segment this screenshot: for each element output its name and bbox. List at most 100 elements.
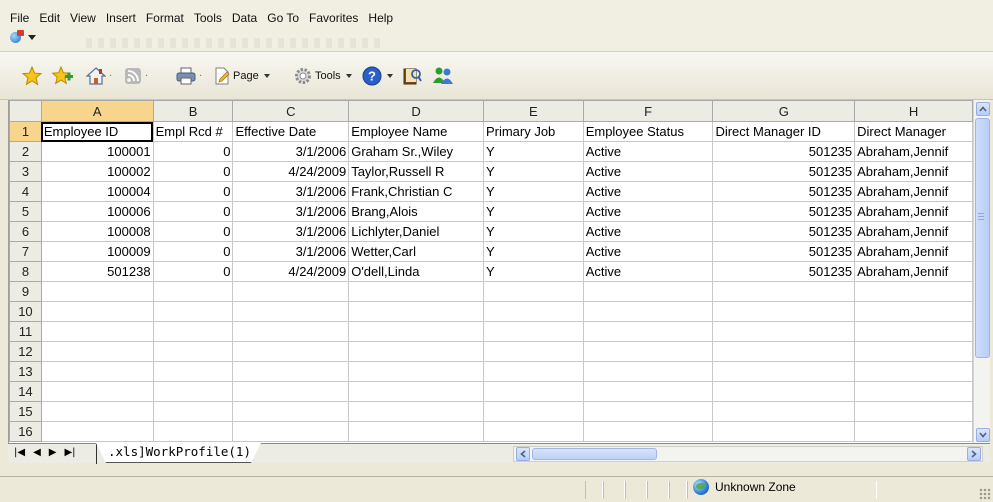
cell[interactable] (712, 281, 856, 302)
cell[interactable]: Active (582, 261, 714, 282)
cell[interactable]: 100001 (40, 141, 154, 162)
cell[interactable]: Y (482, 181, 584, 202)
cell[interactable] (152, 281, 234, 302)
row-header[interactable]: 15 (9, 401, 42, 422)
home-button[interactable]: · (86, 64, 112, 88)
feeds-dropdown-icon[interactable]: · (145, 71, 148, 82)
cell[interactable] (232, 421, 350, 442)
first-sheet-button[interactable]: |◀ (14, 446, 25, 460)
cell[interactable]: Effective Date (232, 121, 350, 142)
cell[interactable] (482, 281, 584, 302)
cell[interactable] (152, 401, 234, 422)
cell[interactable] (582, 381, 714, 402)
cell[interactable] (232, 381, 350, 402)
cell[interactable]: Abraham,Jennif (854, 201, 973, 222)
cell[interactable] (348, 301, 484, 322)
ie-menu-button[interactable] (10, 30, 36, 44)
menu-goto[interactable]: Go To (262, 10, 304, 26)
cell[interactable] (348, 361, 484, 382)
scroll-down-button[interactable] (975, 427, 990, 442)
last-sheet-button[interactable]: ▶| (64, 446, 75, 460)
cell[interactable]: 4/24/2009 (232, 161, 350, 182)
row-header[interactable]: 2 (9, 141, 42, 162)
cell[interactable] (582, 401, 714, 422)
cell[interactable]: 3/1/2006 (232, 201, 350, 222)
cell[interactable]: 3/1/2006 (232, 221, 350, 242)
cell[interactable] (348, 341, 484, 362)
add-favorite-button[interactable] (52, 64, 74, 88)
cell[interactable] (482, 301, 584, 322)
cell[interactable] (482, 421, 584, 442)
cell[interactable]: Employee Name (348, 121, 484, 142)
cell[interactable] (582, 281, 714, 302)
cell[interactable] (152, 321, 234, 342)
page-menu-button[interactable]: Page (214, 64, 270, 88)
column-header[interactable]: G (712, 100, 856, 122)
cell[interactable] (712, 421, 856, 442)
cell[interactable]: 0 (152, 201, 234, 222)
scroll-right-button[interactable] (966, 447, 981, 461)
feeds-button[interactable]: · (124, 64, 148, 88)
cell[interactable] (152, 421, 234, 442)
cell[interactable] (712, 401, 856, 422)
cell[interactable]: O'dell,Linda (348, 261, 484, 282)
cell[interactable]: Y (482, 161, 584, 182)
menu-data[interactable]: Data (227, 10, 262, 26)
next-sheet-button[interactable]: ▶ (49, 446, 57, 460)
cell[interactable] (152, 341, 234, 362)
resize-grip[interactable] (979, 488, 991, 500)
cell[interactable]: Employee ID (40, 121, 154, 142)
spreadsheet-grid[interactable]: A B C D E F G H 1 Employee ID Empl Rcd #… (8, 100, 973, 443)
cell[interactable]: Active (582, 161, 714, 182)
cell[interactable]: 501235 (712, 141, 856, 162)
menu-view[interactable]: View (65, 10, 101, 26)
horizontal-scroll-thumb[interactable] (532, 448, 657, 460)
row-header[interactable]: 13 (9, 361, 42, 382)
cell[interactable] (40, 421, 154, 442)
cell[interactable]: 501235 (712, 221, 856, 242)
row-header[interactable]: 6 (9, 221, 42, 242)
cell[interactable]: Active (582, 241, 714, 262)
cell[interactable] (582, 341, 714, 362)
cell[interactable]: Abraham,Jennif (854, 241, 973, 262)
print-button[interactable]: · (176, 64, 202, 88)
cell[interactable]: Primary Job (482, 121, 584, 142)
cell[interactable] (582, 421, 714, 442)
cell[interactable] (232, 361, 350, 382)
cell[interactable]: Abraham,Jennif (854, 181, 973, 202)
cell[interactable]: Abraham,Jennif (854, 221, 973, 242)
cell[interactable]: 0 (152, 241, 234, 262)
cell[interactable]: Wetter,Carl (348, 241, 484, 262)
cell[interactable]: 501235 (712, 241, 856, 262)
cell[interactable] (854, 421, 973, 442)
tools-menu-button[interactable]: Tools (294, 64, 352, 88)
cell[interactable]: Y (482, 141, 584, 162)
row-header[interactable]: 16 (9, 421, 42, 442)
cell[interactable]: 501235 (712, 181, 856, 202)
row-header[interactable]: 7 (9, 241, 42, 262)
cell[interactable]: 0 (152, 141, 234, 162)
security-zone[interactable]: Unknown Zone (693, 479, 796, 495)
cell[interactable]: 0 (152, 161, 234, 182)
cell[interactable]: Active (582, 141, 714, 162)
cell[interactable]: Y (482, 201, 584, 222)
row-header[interactable]: 9 (9, 281, 42, 302)
cell[interactable] (152, 301, 234, 322)
cell[interactable] (712, 301, 856, 322)
cell[interactable]: Empl Rcd # (152, 121, 234, 142)
previous-sheet-button[interactable]: ◀ (33, 446, 41, 460)
cell[interactable]: Y (482, 241, 584, 262)
cell[interactable] (482, 321, 584, 342)
cell[interactable]: 0 (152, 261, 234, 282)
column-header[interactable]: C (232, 100, 350, 122)
cell[interactable]: 100002 (40, 161, 154, 182)
cell[interactable] (712, 341, 856, 362)
column-header[interactable]: B (152, 100, 234, 122)
column-header[interactable]: E (482, 100, 584, 122)
cell[interactable] (854, 401, 973, 422)
cell[interactable]: 100006 (40, 201, 154, 222)
cell[interactable]: 100008 (40, 221, 154, 242)
cell[interactable] (40, 301, 154, 322)
cell[interactable]: 501235 (712, 161, 856, 182)
cell[interactable]: 3/1/2006 (232, 241, 350, 262)
